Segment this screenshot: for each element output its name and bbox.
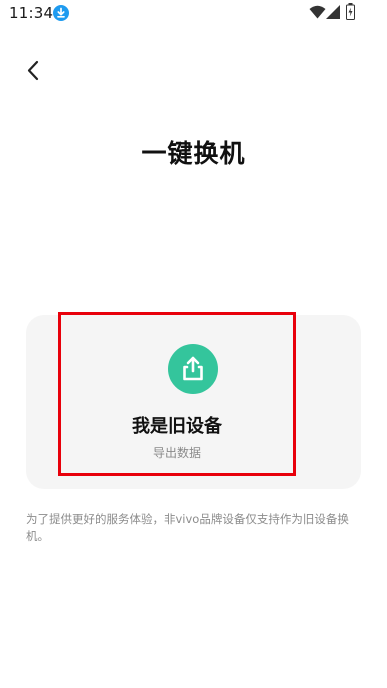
export-glyph	[183, 356, 203, 381]
signal-icon	[326, 5, 340, 19]
status-bar: 11:34	[0, 0, 387, 26]
download-icon	[53, 5, 69, 21]
back-button[interactable]	[18, 56, 48, 86]
chevron-left-icon	[27, 60, 39, 81]
wifi-icon	[309, 5, 326, 19]
export-icon	[168, 344, 218, 394]
page-title: 一键换机	[141, 139, 246, 168]
note-text: 为了提供更好的服务体验，非vivo品牌设备仅支持作为旧设备换机。	[26, 512, 349, 543]
option-title: 我是旧设备	[132, 416, 222, 437]
battery-icon	[346, 3, 355, 20]
status-time: 11:34	[9, 4, 54, 22]
option-subtitle: 导出数据	[152, 446, 201, 460]
old-device-option[interactable]: 我是旧设备 导出数据	[61, 330, 293, 470]
screen: 11:34 一键换机 我是旧设备 导出数据 为了提供更好的服务体验，非vivo品…	[0, 0, 387, 688]
